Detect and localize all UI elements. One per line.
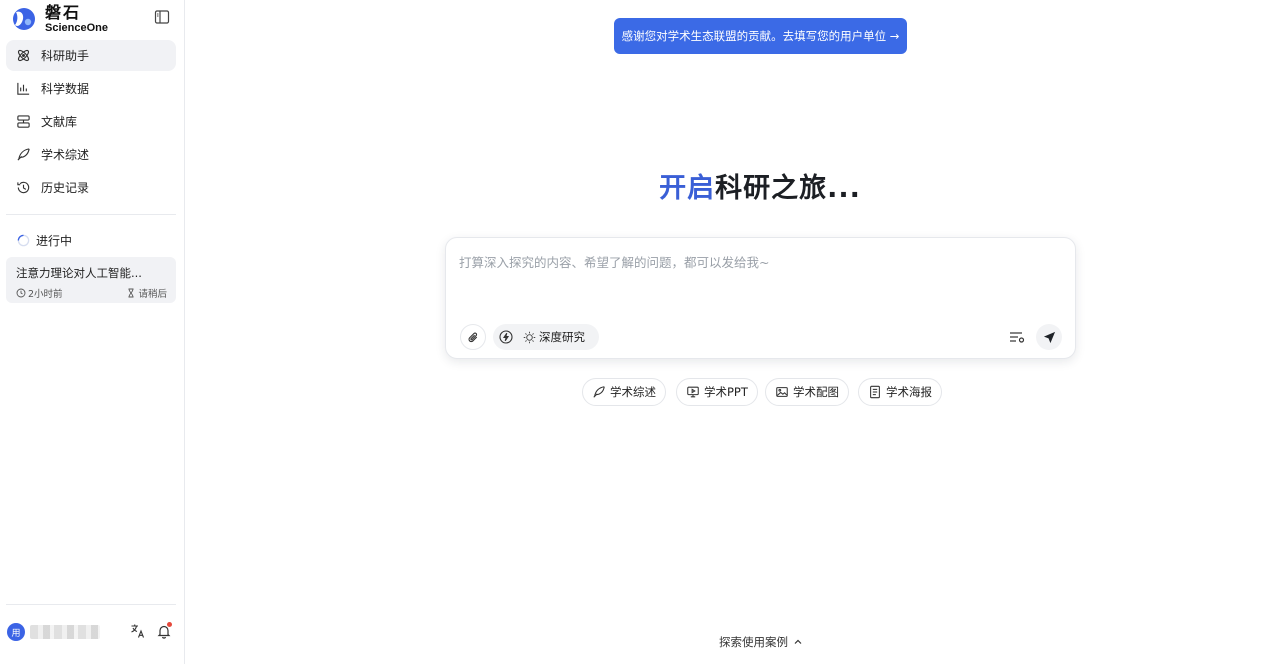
notification-dot	[167, 622, 172, 627]
brand-name-cn: 磐石	[45, 2, 82, 22]
contribution-banner[interactable]: 感谢您对学术生态联盟的贡献。去填写您的用户单位 →	[614, 18, 907, 54]
task-card[interactable]: 注意力理论对人工智能... 2小时前 请稍后	[6, 257, 176, 303]
brand[interactable]: 磐石 ScienceOne	[12, 2, 108, 36]
fast-mode-button[interactable]	[493, 324, 519, 350]
feather-pen-icon	[17, 148, 30, 161]
sidebar-item-label: 学术综述	[41, 148, 90, 162]
user-name-redacted	[30, 625, 100, 639]
explore-label: 探索使用案例	[719, 635, 788, 649]
explore-cases-link[interactable]: 探索使用案例	[719, 634, 803, 650]
mode-switch: 深度研究	[493, 324, 599, 350]
task-title: 注意力理论对人工智能...	[16, 266, 142, 280]
poster-icon	[870, 385, 880, 399]
page-title: 开启科研之旅...	[186, 166, 1280, 205]
chat-input[interactable]: 打算深入探究的内容、希望了解的问题，都可以发给我~	[459, 252, 769, 271]
chip-academic-figure[interactable]: 学术配图	[765, 378, 849, 406]
sidebar-item-history[interactable]: 历史记录	[6, 172, 176, 203]
task-time: 2小时前	[16, 286, 63, 300]
chip-label: 学术配图	[793, 385, 839, 399]
in-progress-label: 进行中	[36, 234, 73, 248]
quick-actions: 学术综述 学术PPT 学术配图 学术海报	[0, 378, 1280, 406]
sidebar-item-label: 历史记录	[41, 181, 90, 195]
send-icon	[1043, 331, 1055, 343]
clock-icon	[16, 288, 26, 298]
database-icon	[17, 115, 30, 128]
user-row: 用	[6, 620, 176, 642]
sidebar-item-research-assistant[interactable]: 科研助手	[6, 40, 176, 71]
chip-academic-review[interactable]: 学术综述	[582, 378, 666, 406]
chip-academic-poster[interactable]: 学术海报	[858, 378, 942, 406]
task-status-text: 请稍后	[138, 289, 167, 300]
app-root: 磐石 ScienceOne 科研助手 科学数据 文献库 学术综述 历史记录 进行…	[0, 0, 1280, 664]
sidebar-item-literature[interactable]: 文献库	[6, 106, 176, 137]
sidebar-footer-divider	[6, 604, 176, 605]
deep-research-toggle[interactable]: 深度研究	[523, 329, 585, 345]
translate-icon[interactable]	[130, 623, 146, 639]
chip-label: 学术PPT	[704, 385, 748, 399]
send-button[interactable]	[1036, 324, 1062, 350]
chart-icon	[17, 82, 30, 95]
chat-input-box[interactable]: 打算深入探究的内容、希望了解的问题，都可以发给我~ 深度研究	[445, 237, 1076, 359]
title-accent: 开启	[659, 173, 716, 204]
brand-name-en: ScienceOne	[45, 21, 108, 34]
title-rest: 科研之旅...	[715, 173, 861, 204]
atom-icon	[17, 49, 30, 62]
sidebar: 磐石 ScienceOne 科研助手 科学数据 文献库 学术综述 历史记录 进行…	[0, 0, 185, 664]
task-time-text: 2小时前	[28, 289, 63, 300]
sidebar-item-label: 科学数据	[41, 82, 90, 96]
chevron-up-icon	[794, 639, 802, 644]
sidebar-item-science-data[interactable]: 科学数据	[6, 73, 176, 104]
sun-icon	[523, 331, 536, 343]
logo-icon	[13, 8, 35, 30]
banner-text: 感谢您对学术生态联盟的贡献。去填写您的用户单位 →	[621, 29, 900, 43]
hourglass-icon	[128, 288, 134, 298]
sidebar-item-label: 文献库	[41, 115, 78, 129]
deep-research-label: 深度研究	[539, 330, 585, 344]
paperclip-icon	[468, 332, 477, 342]
sidebar-item-review[interactable]: 学术综述	[6, 139, 176, 170]
in-progress-header: 进行中	[17, 232, 72, 249]
settings-list-icon[interactable]	[1007, 327, 1027, 347]
lightning-icon	[499, 330, 513, 344]
history-icon	[17, 181, 30, 194]
feather-pen-icon	[593, 386, 605, 398]
sidebar-toggle-icon[interactable]	[154, 9, 170, 25]
chip-label: 学术海报	[886, 385, 932, 399]
avatar[interactable]: 用	[7, 623, 25, 641]
spinner-icon	[17, 234, 30, 247]
attach-button[interactable]	[460, 324, 486, 350]
task-status: 请稍后	[126, 286, 167, 300]
image-icon	[776, 387, 788, 397]
sidebar-divider	[6, 214, 176, 215]
sidebar-item-label: 科研助手	[41, 49, 90, 63]
chip-label: 学术综述	[610, 385, 656, 399]
chip-academic-ppt[interactable]: 学术PPT	[676, 378, 758, 406]
presentation-icon	[687, 386, 699, 398]
sidebar-nav: 科研助手 科学数据 文献库 学术综述 历史记录	[6, 40, 176, 205]
